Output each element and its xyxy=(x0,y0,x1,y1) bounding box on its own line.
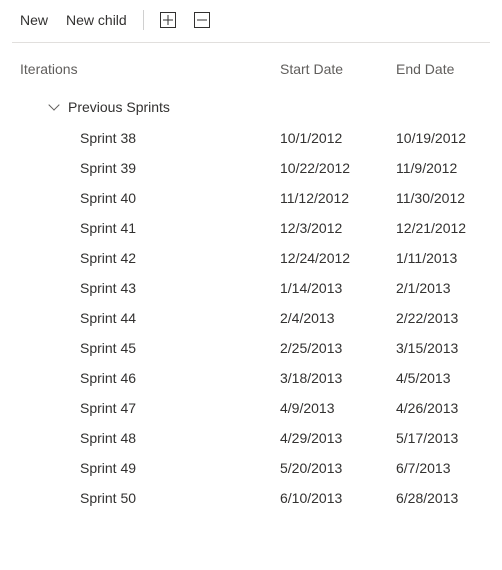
start-date: 2/4/2013 xyxy=(280,310,396,326)
table-row[interactable]: Sprint 484/29/20135/17/2013 xyxy=(12,423,490,453)
iteration-name: Sprint 38 xyxy=(20,130,280,146)
end-date: 1/11/2013 xyxy=(396,250,490,266)
start-date: 11/12/2012 xyxy=(280,190,396,206)
table-row[interactable]: Sprint 3810/1/201210/19/2012 xyxy=(12,123,490,153)
end-date: 11/9/2012 xyxy=(396,160,490,176)
table-row[interactable]: Sprint 4011/12/201211/30/2012 xyxy=(12,183,490,213)
collapse-all-icon[interactable] xyxy=(194,12,210,28)
expand-all-icon[interactable] xyxy=(160,12,176,28)
sprint-rows: Sprint 3810/1/201210/19/2012Sprint 3910/… xyxy=(12,123,490,513)
end-date: 6/28/2013 xyxy=(396,490,490,506)
toolbar: New New child xyxy=(0,0,502,42)
table-row[interactable]: Sprint 442/4/20132/22/2013 xyxy=(12,303,490,333)
start-date: 4/29/2013 xyxy=(280,430,396,446)
table-row[interactable]: Sprint 463/18/20134/5/2013 xyxy=(12,363,490,393)
end-date: 2/22/2013 xyxy=(396,310,490,326)
toolbar-separator xyxy=(143,10,144,30)
table-row[interactable]: Sprint 3910/22/201211/9/2012 xyxy=(12,153,490,183)
iteration-name: Sprint 41 xyxy=(20,220,280,236)
start-date: 12/3/2012 xyxy=(280,220,396,236)
column-header-start-date[interactable]: Start Date xyxy=(280,61,396,77)
end-date: 12/21/2012 xyxy=(396,220,490,236)
end-date: 11/30/2012 xyxy=(396,190,490,206)
start-date: 10/1/2012 xyxy=(280,130,396,146)
end-date: 5/17/2013 xyxy=(396,430,490,446)
iteration-name: Sprint 39 xyxy=(20,160,280,176)
start-date: 4/9/2013 xyxy=(280,400,396,416)
start-date: 2/25/2013 xyxy=(280,340,396,356)
start-date: 12/24/2012 xyxy=(280,250,396,266)
column-header-end-date[interactable]: End Date xyxy=(396,61,482,77)
group-previous-sprints[interactable]: Previous Sprints xyxy=(12,93,490,123)
end-date: 6/7/2013 xyxy=(396,460,490,476)
table-row[interactable]: Sprint 474/9/20134/26/2013 xyxy=(12,393,490,423)
table-row[interactable]: Sprint 506/10/20136/28/2013 xyxy=(12,483,490,513)
column-header-iterations[interactable]: Iterations xyxy=(20,61,280,77)
start-date: 1/14/2013 xyxy=(280,280,396,296)
table-row[interactable]: Sprint 4212/24/20121/11/2013 xyxy=(12,243,490,273)
new-button[interactable]: New xyxy=(20,12,48,28)
table-row[interactable]: Sprint 431/14/20132/1/2013 xyxy=(12,273,490,303)
end-date: 3/15/2013 xyxy=(396,340,490,356)
end-date: 4/26/2013 xyxy=(396,400,490,416)
start-date: 6/10/2013 xyxy=(280,490,396,506)
start-date: 10/22/2012 xyxy=(280,160,396,176)
start-date: 3/18/2013 xyxy=(280,370,396,386)
iterations-grid: Iterations Start Date End Date Previous … xyxy=(0,51,502,513)
iteration-name: Sprint 50 xyxy=(20,490,280,506)
table-row[interactable]: Sprint 495/20/20136/7/2013 xyxy=(12,453,490,483)
chevron-down-icon xyxy=(48,99,59,110)
iteration-name: Sprint 44 xyxy=(20,310,280,326)
table-row[interactable]: Sprint 452/25/20133/15/2013 xyxy=(12,333,490,363)
iteration-name: Sprint 43 xyxy=(20,280,280,296)
iteration-name: Sprint 42 xyxy=(20,250,280,266)
grid-header: Iterations Start Date End Date xyxy=(12,51,490,93)
end-date: 2/1/2013 xyxy=(396,280,490,296)
iteration-name: Sprint 45 xyxy=(20,340,280,356)
table-row[interactable]: Sprint 4112/3/201212/21/2012 xyxy=(12,213,490,243)
iteration-name: Sprint 40 xyxy=(20,190,280,206)
new-child-button[interactable]: New child xyxy=(66,12,127,28)
start-date: 5/20/2013 xyxy=(280,460,396,476)
iteration-name: Sprint 49 xyxy=(20,460,280,476)
toolbar-divider xyxy=(12,42,490,43)
iteration-name: Sprint 46 xyxy=(20,370,280,386)
end-date: 10/19/2012 xyxy=(396,130,490,146)
iteration-name: Sprint 48 xyxy=(20,430,280,446)
iteration-name: Sprint 47 xyxy=(20,400,280,416)
group-label: Previous Sprints xyxy=(68,99,170,115)
end-date: 4/5/2013 xyxy=(396,370,490,386)
